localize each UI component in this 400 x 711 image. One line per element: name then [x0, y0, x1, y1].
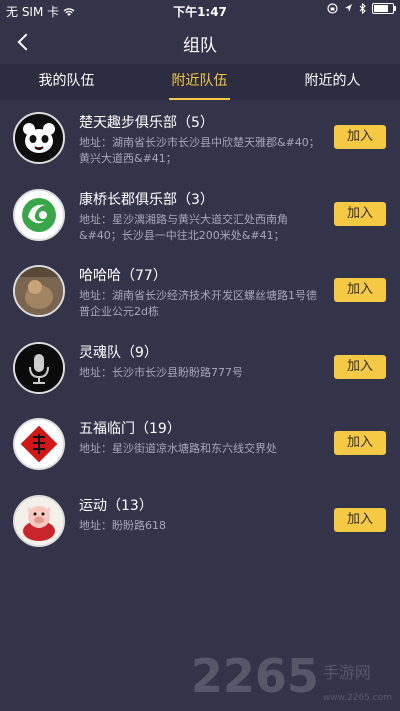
status-right: [327, 3, 396, 14]
list-item[interactable]: 五福临门（19） 地址：星沙街道凉水塘路和东六线交界处 加入: [0, 406, 400, 483]
tab-nearby-people[interactable]: 附近的人: [266, 64, 399, 98]
team-address: 地址：盼盼路618: [79, 518, 166, 532]
team-address: 地址：星沙街道凉水塘路和东六线交界处: [79, 442, 277, 456]
microphone-icon: [15, 343, 63, 392]
join-button[interactable]: 加入: [334, 278, 386, 303]
watermark: 2265 手游网 www.2265.com: [191, 649, 392, 703]
page-title: 组队: [183, 36, 217, 56]
team-name: 康桥长郡俱乐部（3）: [79, 191, 214, 208]
team-name: 灵魂队（9）: [79, 344, 158, 361]
battery-icon: [372, 3, 396, 14]
green-swirl-logo-icon: [15, 190, 63, 239]
join-button[interactable]: 加入: [334, 507, 386, 532]
team-address: 地址：长沙市长沙县盼盼路777号: [79, 365, 243, 379]
join-button[interactable]: 加入: [334, 201, 386, 226]
team-name: 楚天趣步俱乐部（5）: [79, 115, 214, 131]
avatar: [13, 188, 65, 241]
avatar: [13, 112, 65, 164]
team-address: 地址：星沙漓湘路与黄兴大道交汇处西南角&#40；长沙县一中往北200米处&#41…: [79, 212, 288, 242]
tab-bar: 我的队伍 附近队伍 附近的人: [0, 64, 400, 100]
tab-nearby-teams[interactable]: 附近队伍: [133, 64, 266, 100]
nav-bar: 组队: [0, 20, 400, 64]
pig-cartoon-icon: [15, 496, 63, 545]
team-address: 地址：湖南省长沙经济技术开发区螺丝塘路1号德普企业公元2d栋: [79, 289, 317, 319]
team-name: 运动（13）: [79, 497, 153, 514]
location-icon: [345, 4, 352, 12]
list-item[interactable]: 运动（13） 地址：盼盼路618 加入: [0, 483, 400, 560]
status-bar: 无 SIM 卡 下午1:47: [0, 0, 400, 20]
photo-avatar-icon: [15, 267, 63, 316]
team-address: 地址：湖南省长沙市长沙县中欣楚天雅郡&#40；黄兴大道西&#41；: [79, 136, 320, 165]
watermark-url: www.2265.com: [322, 693, 392, 703]
list-item[interactable]: 康桥长郡俱乐部（3） 地址：星沙漓湘路与黄兴大道交汇处西南角&#40；长沙县一中…: [0, 177, 400, 254]
watermark-number: 2265: [190, 649, 319, 703]
join-button[interactable]: 加入: [334, 125, 386, 149]
panda-avatar-icon: [15, 114, 63, 162]
join-button[interactable]: 加入: [334, 431, 386, 456]
fu-character-icon: [15, 420, 63, 469]
list-item[interactable]: 灵魂队（9） 地址：长沙市长沙县盼盼路777号 加入: [0, 330, 400, 407]
list-item[interactable]: 楚天趣步俱乐部（5） 地址：湖南省长沙市长沙县中欣楚天雅郡&#40；黄兴大道西&…: [0, 100, 400, 177]
list-item[interactable]: 哈哈哈（77） 地址：湖南省长沙经济技术开发区螺丝塘路1号德普企业公元2d栋 加…: [0, 253, 400, 330]
bluetooth-icon: [359, 3, 366, 14]
avatar: [13, 418, 65, 471]
team-name: 哈哈哈（77）: [79, 268, 167, 285]
join-button[interactable]: 加入: [334, 354, 386, 379]
watermark-text-group: 手游网 www.2265.com: [323, 659, 392, 703]
avatar: [13, 265, 65, 318]
watermark-text: 手游网: [322, 663, 371, 682]
lock-rotation-icon: [327, 3, 338, 14]
tab-my-team[interactable]: 我的队伍: [0, 64, 133, 98]
team-list: 楚天趣步俱乐部（5） 地址：湖南省长沙市长沙县中欣楚天雅郡&#40；黄兴大道西&…: [0, 100, 400, 560]
team-name: 五福临门（19）: [79, 421, 181, 438]
avatar: [13, 494, 65, 547]
avatar: [13, 341, 65, 394]
battery-fill: [374, 5, 388, 12]
